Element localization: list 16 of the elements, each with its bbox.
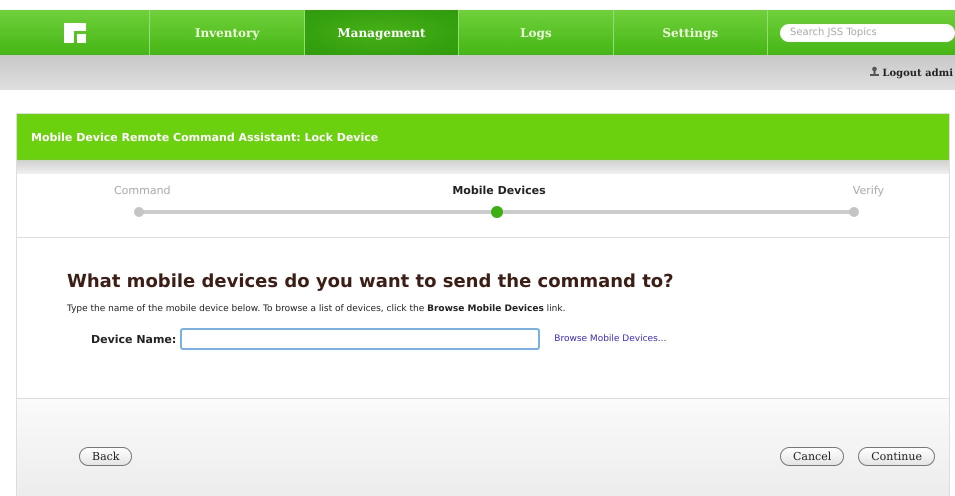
panel-title: Mobile Device Remote Command Assistant: Lock Device <box>31 130 378 144</box>
step-label: Command <box>114 184 172 197</box>
user-icon <box>870 66 879 76</box>
continue-button[interactable]: Continue <box>858 447 935 466</box>
step-label: Verify <box>852 184 884 197</box>
logout-link[interactable]: Logout admi <box>870 66 955 79</box>
step-label: Mobile Devices <box>451 184 547 197</box>
search-field[interactable]: Search JSS Topics <box>780 24 955 42</box>
device-name-field[interactable] <box>180 328 540 350</box>
browse-link[interactable]: Browse Mobile Devices... <box>554 334 666 344</box>
logo-icon[interactable] <box>64 22 86 42</box>
instructions-text: Type the name of the mobile device below. To browse a list of devices, click the Browse Mobile Devices link. <box>67 304 566 314</box>
back-button[interactable]: Back <box>79 447 132 466</box>
question-heading: What mobile devices do you want to send the command to? <box>67 271 675 292</box>
field-label: Device Name: <box>91 332 176 346</box>
cancel-button[interactable]: Cancel <box>780 447 844 466</box>
